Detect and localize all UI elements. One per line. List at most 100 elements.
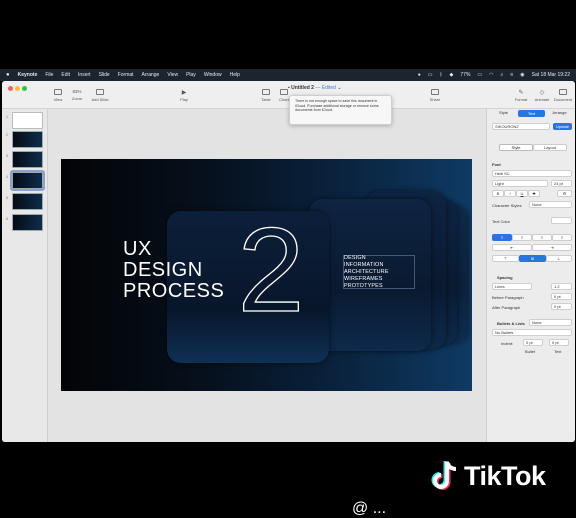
character-styles-label: Character Styles: [492, 203, 522, 208]
search-icon[interactable]: ⌕: [501, 72, 504, 78]
menu-play[interactable]: Play: [186, 72, 196, 78]
record-icon[interactable]: ●: [418, 72, 421, 78]
slide-title[interactable]: UX DESIGN PROCESS: [123, 239, 224, 302]
slide-thumbnail-1[interactable]: [12, 112, 43, 129]
menu-slide[interactable]: Slide: [99, 72, 110, 78]
bullet-indent-stepper[interactable]: 0 pt: [523, 339, 543, 346]
current-slide[interactable]: UX DESIGN PROCESS 2 DESIGN INFORMATION A…: [61, 159, 472, 391]
bluetooth-icon[interactable]: ᛒ: [440, 72, 443, 78]
paragraph-style-select[interactable]: SIKOURON2: [492, 123, 550, 130]
menu-window[interactable]: Window: [204, 72, 222, 78]
spacing-label: Spacing: [497, 275, 513, 280]
menu-edit[interactable]: Edit: [61, 72, 70, 78]
slide-number: 6: [6, 217, 8, 221]
font-size-stepper[interactable]: 24 pt: [551, 180, 572, 187]
slide-thumbnail-5[interactable]: [12, 193, 43, 210]
battery-percent[interactable]: 77%: [460, 72, 470, 78]
tiktok-wordmark: TikTok: [464, 460, 546, 491]
slide-thumbnail-4[interactable]: [10, 170, 45, 191]
document-title: Untitled 2: [291, 85, 314, 91]
menu-view[interactable]: View: [167, 72, 178, 78]
valign-bottom-button[interactable]: ⊥: [546, 255, 572, 262]
slide-thumbnail-3[interactable]: [12, 151, 43, 168]
window-title[interactable]: ▪ Untitled 2 — Edited ⌄: [288, 85, 342, 91]
text-options-gear-icon[interactable]: ⚙: [557, 190, 572, 197]
slide-thumbnail-2[interactable]: [12, 131, 43, 148]
share-button[interactable]: Share: [423, 89, 447, 102]
spacing-stepper[interactable]: 1.2: [551, 283, 572, 290]
subtab-layout[interactable]: Layout: [533, 144, 567, 151]
tiktok-watermark: TikTok: [430, 460, 546, 492]
apple-menu-icon[interactable]: ●: [6, 72, 10, 78]
align-left-button[interactable]: ≡: [492, 234, 512, 241]
align-right-button[interactable]: ≡: [532, 234, 552, 241]
font-section-label: Font: [492, 162, 501, 167]
format-inspector: Style Text Arrange SIKOURON2 Update Styl…: [486, 109, 575, 442]
display-icon[interactable]: ▭: [428, 72, 433, 78]
slide-number: 2: [6, 133, 8, 137]
menu-file[interactable]: File: [45, 72, 53, 78]
tab-arrange[interactable]: Arrange: [546, 110, 573, 117]
text-color-label: Text Color: [492, 219, 511, 224]
zoom-value: 83%: [72, 89, 82, 94]
italic-button[interactable]: I: [504, 190, 516, 197]
bullets-lists-select[interactable]: None: [529, 319, 572, 326]
font-name-select[interactable]: Heiti SC: [492, 170, 572, 177]
big-number: 2: [239, 211, 303, 321]
close-window-button[interactable]: [8, 86, 13, 91]
topics-list[interactable]: DESIGN INFORMATION ARCHITECTURE WIREFRAM…: [344, 255, 389, 290]
menu-format[interactable]: Format: [118, 72, 134, 78]
bullets-lists-label: Bullets & Lists: [497, 321, 525, 326]
underline-button[interactable]: U: [516, 190, 528, 197]
battery-icon[interactable]: ▭: [477, 72, 482, 78]
play-button[interactable]: ▶ Play: [172, 89, 196, 102]
chart-icon: [280, 89, 288, 95]
tab-style[interactable]: Style: [490, 110, 517, 117]
bullet-type-select[interactable]: No Bullets: [492, 329, 572, 336]
before-paragraph-stepper[interactable]: 0 pt: [551, 293, 572, 300]
wifi-icon[interactable]: ◠: [489, 72, 493, 78]
slide-navigator: 1 2 3 4 5 6: [2, 109, 48, 442]
document-button[interactable]: Document: [551, 89, 575, 102]
valign-top-button[interactable]: ⊤: [492, 255, 519, 262]
menu-clock[interactable]: Sat 18 Mar 19:22: [532, 72, 570, 78]
menu-arrange[interactable]: Arrange: [142, 72, 160, 78]
indent-decrease-button[interactable]: ⇤: [492, 244, 532, 251]
zoom-window-button[interactable]: [22, 86, 27, 91]
document-icon: [559, 89, 567, 95]
valign-middle-button[interactable]: ⊞: [519, 255, 546, 262]
share-icon: [431, 89, 439, 95]
dropbox-icon[interactable]: ◆: [450, 72, 454, 78]
strikethrough-button[interactable]: S: [528, 190, 540, 197]
after-paragraph-label: After Paragraph: [492, 305, 521, 310]
slide-number: 4: [6, 175, 8, 179]
control-center-icon[interactable]: ≡: [510, 72, 513, 78]
text-color-well[interactable]: [551, 217, 572, 224]
update-button[interactable]: Update: [553, 123, 572, 130]
bold-button[interactable]: B: [492, 190, 504, 197]
slide-canvas: UX DESIGN PROCESS 2 DESIGN INFORMATION A…: [48, 109, 486, 442]
align-center-button[interactable]: ≡: [512, 234, 532, 241]
add-slide-button[interactable]: Add Slide: [88, 89, 112, 102]
subtab-style[interactable]: Style: [499, 144, 533, 151]
indent-increase-button[interactable]: ⇥: [532, 244, 572, 251]
text-indent-stepper[interactable]: 0 pt: [549, 339, 569, 346]
document-status: — Edited: [315, 85, 336, 91]
spacing-mode-select[interactable]: Lines: [492, 283, 532, 290]
slide-thumbnail-6[interactable]: [12, 214, 43, 231]
menu-insert[interactable]: Insert: [78, 72, 91, 78]
tab-text[interactable]: Text: [518, 110, 545, 117]
align-justify-button[interactable]: ≡: [552, 234, 572, 241]
after-paragraph-stepper[interactable]: 0 pt: [551, 303, 572, 310]
character-styles-select[interactable]: None: [529, 201, 572, 208]
font-weight-select[interactable]: Light: [492, 180, 548, 187]
siri-icon[interactable]: ◉: [520, 72, 524, 78]
zoom-button[interactable]: 83% Zoom: [65, 89, 89, 101]
slide-number: 1: [6, 115, 8, 119]
menu-help[interactable]: Help: [230, 72, 240, 78]
creator-handle: @ ...: [352, 500, 387, 517]
slide-number-graphic[interactable]: 2: [239, 211, 303, 321]
minimize-window-button[interactable]: [15, 86, 20, 91]
view-icon: [54, 89, 62, 95]
menu-keynote[interactable]: Keynote: [18, 72, 38, 78]
